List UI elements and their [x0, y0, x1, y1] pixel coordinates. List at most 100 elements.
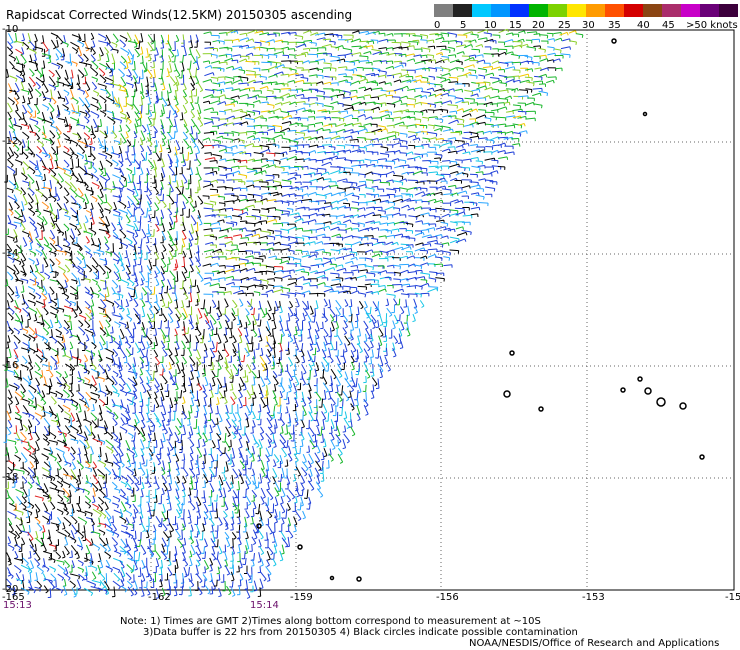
wind-barb-feather [67, 243, 71, 247]
wind-barb [491, 60, 499, 64]
wind-barb [286, 155, 297, 161]
wind-barb [321, 43, 332, 48]
wind-barb-feather [150, 42, 154, 45]
wind-barb [272, 61, 282, 64]
wind-barb-feather [314, 150, 317, 154]
wind-barb [161, 258, 167, 267]
wind-barb [343, 253, 354, 258]
wind-barb-feather [343, 94, 345, 98]
wind-barb [58, 265, 66, 272]
wind-barb-feather [200, 202, 204, 205]
wind-barb-feather [82, 199, 86, 203]
wind-barb-feather [281, 134, 284, 138]
wind-barb [301, 235, 310, 238]
wind-barb [420, 109, 427, 113]
wind-barb [91, 237, 95, 245]
wind-barb [154, 186, 159, 194]
wind-barb-feather [291, 209, 294, 213]
wind-barb [364, 249, 373, 253]
wind-barb-feather [393, 104, 396, 108]
wind-barb-feather [288, 93, 291, 97]
wind-barb [412, 39, 419, 42]
wind-barb-feather [454, 96, 456, 100]
wind-barb [491, 53, 499, 55]
wind-barb [428, 171, 438, 174]
wind-barb-feather [462, 51, 465, 55]
wind-barb [100, 119, 102, 127]
wind-barb-feather [73, 189, 77, 193]
wind-barb-feather [215, 171, 218, 175]
wind-barb-feather [51, 142, 55, 146]
wind-barb [281, 248, 289, 251]
wind-barb [92, 40, 96, 47]
wind-barb [358, 78, 367, 83]
wind-barb-feather [189, 152, 193, 155]
wind-barb [239, 58, 247, 63]
wind-barb-feather [81, 44, 85, 48]
wind-barb-feather [112, 228, 116, 232]
wind-barb [197, 195, 204, 203]
wind-barb [268, 255, 277, 259]
wind-barb [447, 228, 455, 231]
wind-barb-feather [246, 208, 249, 212]
wind-barb-feather [432, 87, 435, 92]
wind-barb-feather [290, 181, 292, 185]
wind-barb [119, 34, 128, 40]
wind-barb [183, 138, 190, 148]
wind-barb [98, 152, 107, 157]
wind-barb-feather [424, 61, 426, 65]
wind-barb-feather [29, 115, 33, 118]
wind-barb [378, 125, 386, 128]
wind-barb [258, 220, 267, 223]
wind-barb [286, 207, 294, 210]
wind-barb [211, 117, 220, 119]
wind-barb-feather [15, 109, 19, 112]
wind-barb [261, 69, 269, 71]
wind-barb [420, 34, 428, 37]
wind-barb-feather [95, 199, 98, 203]
wind-barb-feather [343, 167, 346, 172]
wind-barb [400, 95, 407, 99]
wind-barb [281, 213, 288, 216]
wind-barb-feather [82, 151, 86, 154]
wind-barb [476, 85, 486, 90]
wind-barb [267, 125, 275, 128]
wind-barb-feather [38, 94, 42, 98]
wind-barb-feather [104, 37, 107, 42]
wind-barb-feather [304, 43, 307, 47]
wind-barb [258, 255, 265, 258]
wind-barb [394, 121, 404, 126]
wind-barb [55, 69, 61, 79]
wind-barb [267, 53, 277, 56]
wind-barb [118, 272, 122, 281]
wind-barb [309, 178, 317, 182]
wind-barb-feather [124, 67, 129, 70]
wind-barb [324, 137, 331, 140]
wind-barb-feather [190, 232, 194, 234]
wind-barb [400, 152, 407, 154]
wind-barb-feather [364, 174, 366, 178]
wind-barb [321, 251, 331, 254]
wind-barb-feather [219, 141, 221, 145]
wind-barb [259, 46, 268, 49]
wind-barb-feather [110, 163, 113, 167]
wind-barb [461, 172, 469, 175]
wind-barb [91, 81, 98, 89]
wind-barb-feather [473, 64, 475, 68]
wind-barb [48, 76, 56, 85]
wind-barb [22, 104, 28, 113]
wind-barb-feather [36, 121, 39, 125]
wind-barb [28, 166, 36, 172]
wind-barb [504, 61, 513, 64]
wind-barb [168, 257, 171, 265]
wind-barb-feather [169, 138, 173, 141]
wind-barb [198, 180, 201, 190]
wind-barb [392, 174, 403, 177]
wind-barb-feather [116, 277, 120, 281]
wind-barb [57, 236, 59, 246]
wind-barb [119, 61, 127, 68]
wind-barb [56, 244, 63, 250]
wind-barb [125, 60, 129, 69]
wind-barb [238, 262, 246, 265]
wind-barb-feather [197, 56, 201, 59]
